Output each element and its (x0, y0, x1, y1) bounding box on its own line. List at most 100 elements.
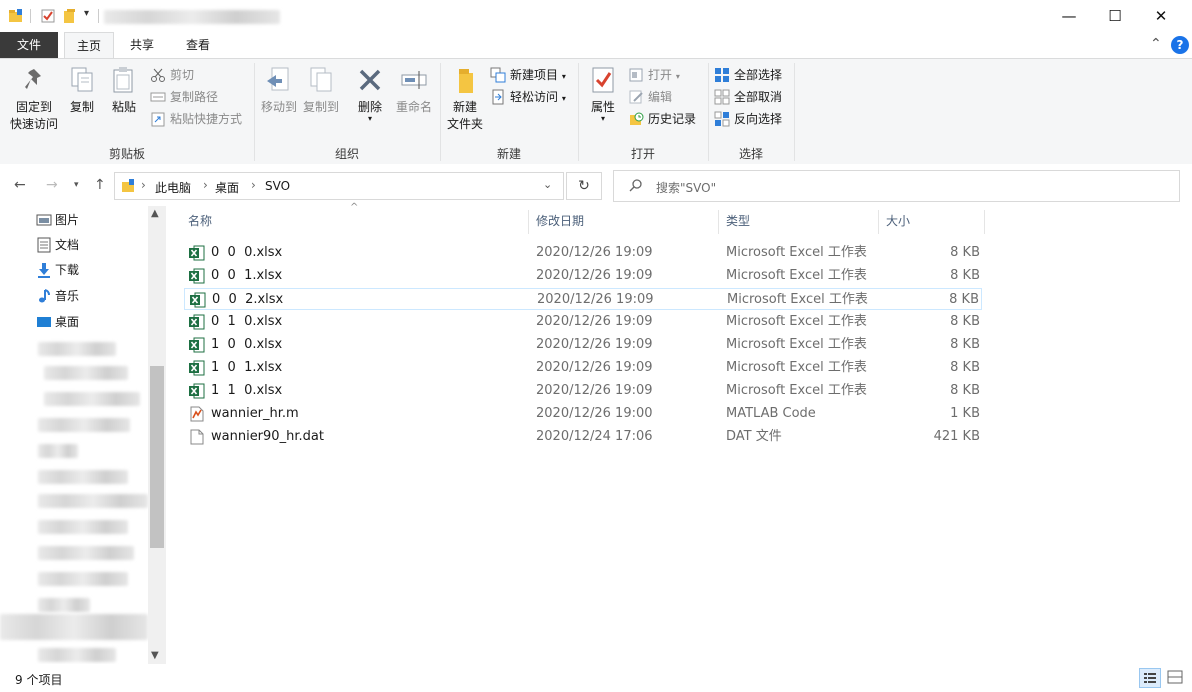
file-name: 1 1 0.xlsx (211, 383, 283, 398)
edit-icon (628, 89, 644, 105)
minimize-button[interactable]: — (1046, 0, 1092, 32)
customize-quick-access-icon[interactable]: ▾ (84, 8, 89, 19)
new-folder-button[interactable]: 新建 文件夹 (444, 65, 486, 133)
excel-icon (189, 337, 205, 353)
file-row[interactable]: 0 0 0.xlsx 2020/12/26 19:09 Microsoft Exce… (184, 242, 982, 264)
file-date: 2020/12/26 19:09 (537, 292, 654, 307)
redacted-nav-item (38, 342, 116, 356)
cut-button[interactable]: 剪切 (150, 65, 194, 85)
up-button[interactable]: ↑ (94, 177, 106, 193)
new-folder-icon (450, 65, 480, 95)
copy-path-icon (150, 89, 166, 105)
folder-icon (8, 8, 24, 24)
file-name: wannier90_hr.dat (211, 429, 324, 444)
paste-shortcut-button[interactable]: 粘贴快捷方式 (150, 109, 242, 129)
collapse-ribbon-icon[interactable]: ⌃ (1150, 36, 1162, 52)
address-dropdown-chevron-icon[interactable]: ⌄ (543, 178, 552, 191)
tab-view[interactable]: 查看 (172, 32, 224, 58)
invert-selection-button[interactable]: 反向选择 (714, 109, 782, 129)
column-header-date[interactable]: 修改日期 (536, 206, 584, 236)
invert-selection-icon (714, 111, 730, 127)
clipboard-group-label: 剪贴板 (108, 147, 145, 161)
recent-locations-chevron-icon[interactable]: ▾ (74, 180, 79, 190)
organize-group-label: 组织 (334, 147, 359, 161)
breadcrumb-svo[interactable]: SVO (265, 179, 290, 193)
breadcrumb-this-pc[interactable]: 此电脑 (155, 179, 191, 196)
history-icon (628, 111, 644, 127)
open-button[interactable]: 打开 ▾ (628, 65, 680, 85)
paste-icon (109, 65, 139, 95)
sidebar-scrollbar[interactable]: ▲ ▼ (148, 206, 166, 664)
file-size: 8 KB (950, 314, 980, 329)
scrollbar-thumb[interactable] (150, 366, 164, 548)
documents-icon (36, 237, 52, 253)
maximize-button[interactable]: ☐ (1092, 0, 1138, 32)
easy-access-icon (490, 89, 506, 105)
select-all-button[interactable]: 全部选择 (714, 65, 782, 85)
easy-access-button[interactable]: 轻松访问 ▾ (490, 87, 566, 107)
properties-quick-icon[interactable] (40, 8, 56, 24)
scroll-down-icon[interactable]: ▼ (151, 650, 159, 661)
address-bar[interactable]: › 此电脑 › 桌面 › SVO ⌄ (114, 172, 564, 200)
move-to-button[interactable]: 移动到 (258, 65, 300, 116)
help-icon[interactable]: ? (1171, 36, 1189, 54)
breadcrumb-desktop[interactable]: 桌面 (215, 179, 239, 196)
history-button[interactable]: 历史记录 (628, 109, 696, 129)
close-button[interactable]: ✕ (1138, 0, 1184, 32)
new-folder-quick-icon[interactable] (62, 8, 78, 24)
tab-home[interactable]: 主页 (64, 32, 114, 59)
large-icons-view-button[interactable] (1165, 668, 1187, 688)
file-type: Microsoft Excel 工作表 (726, 268, 867, 283)
tab-file[interactable]: 文件 (0, 32, 58, 58)
select-none-icon (714, 89, 730, 105)
pin-label-2: 快速访问 (9, 117, 58, 131)
copy-to-button[interactable]: 复制到 (300, 65, 342, 116)
copy-button[interactable]: 复制 (64, 65, 100, 116)
new-item-button[interactable]: 新建项目 ▾ (490, 65, 566, 85)
paste-button[interactable]: 粘贴 (106, 65, 142, 116)
forward-button[interactable]: → (46, 177, 58, 193)
redacted-nav-item (38, 418, 130, 432)
pin-to-quick-access-button[interactable]: 固定到 快速访问 (6, 65, 62, 133)
file-size: 1 KB (950, 406, 980, 421)
file-row[interactable]: wannier_hr.m 2020/12/26 19:00 MATLAB Code 1… (184, 403, 982, 425)
edit-button[interactable]: 编辑 (628, 87, 672, 107)
rename-icon (399, 65, 429, 95)
tab-share[interactable]: 共享 (118, 32, 166, 58)
file-size: 421 KB (933, 429, 980, 444)
download-arrow-icon (36, 262, 52, 278)
search-box[interactable]: 搜索"SVO" (613, 170, 1180, 202)
redacted-nav-item (0, 614, 148, 640)
file-date: 2020/12/26 19:09 (536, 360, 653, 375)
file-row[interactable]: wannier90_hr.dat 2020/12/24 17:06 DAT 文件 42… (184, 426, 982, 448)
column-header-size[interactable]: 大小 (886, 206, 910, 236)
navigation-pane: 图片 文档 下载 音乐 桌面 ▲ ▼ (0, 206, 166, 664)
file-row[interactable]: 0 0 1.xlsx 2020/12/26 19:09 Microsoft Exce… (184, 265, 982, 287)
copy-label: 复制 (69, 100, 94, 114)
copy-path-button[interactable]: 复制路径 (150, 87, 218, 107)
details-view-button[interactable] (1139, 668, 1161, 688)
file-size: 8 KB (949, 292, 979, 307)
desktop-icon (36, 314, 52, 330)
file-row[interactable]: 1 0 1.xlsx 2020/12/26 19:09 Microsoft Exce… (184, 357, 982, 379)
delete-button[interactable]: 删除 ▾ (352, 65, 388, 123)
redacted-nav-item (38, 546, 134, 560)
file-row[interactable]: 1 0 0.xlsx 2020/12/26 19:09 Microsoft Exce… (184, 334, 982, 356)
back-button[interactable]: ← (14, 177, 26, 193)
file-row[interactable]: 0 1 0.xlsx 2020/12/26 19:09 Microsoft Exce… (184, 311, 982, 333)
column-header-name[interactable]: 名称 (188, 206, 212, 236)
refresh-button[interactable]: ↻ (566, 172, 602, 200)
scroll-up-icon[interactable]: ▲ (151, 208, 159, 219)
column-header-type[interactable]: 类型 (726, 206, 750, 236)
copy-icon (67, 65, 97, 95)
select-none-button[interactable]: 全部取消 (714, 87, 782, 107)
file-row[interactable]: 0 0 2.xlsx 2020/12/26 19:09 Microsoft Exce… (184, 288, 982, 310)
properties-button[interactable]: 属性 ▾ (586, 65, 620, 123)
rename-button[interactable]: 重命名 (392, 65, 436, 116)
pictures-icon (36, 212, 52, 228)
file-name: 1 0 0.xlsx (211, 337, 283, 352)
title-bar: ▾ — ☐ ✕ (0, 0, 1192, 32)
redacted-nav-item (38, 572, 128, 586)
file-row[interactable]: 1 1 0.xlsx 2020/12/26 19:09 Microsoft Exce… (184, 380, 982, 402)
file-name: 0 0 0.xlsx (211, 245, 283, 260)
